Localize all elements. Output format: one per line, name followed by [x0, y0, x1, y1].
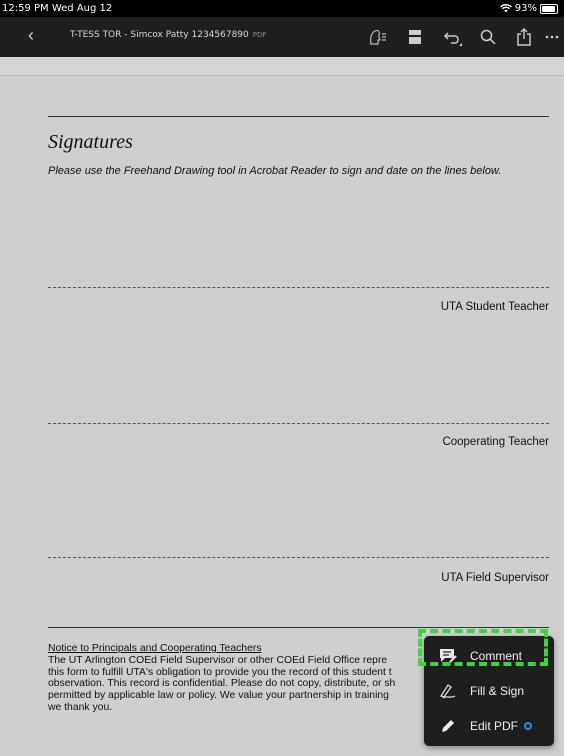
signatures-heading: Signatures — [48, 131, 133, 153]
signature-line-field-supervisor[interactable] — [48, 557, 549, 558]
menu-item-label: Edit PDF — [470, 719, 519, 733]
fill-sign-icon — [436, 683, 460, 699]
notice-line: permitted by applicable law or policy. W… — [48, 690, 389, 702]
notice-block: Notice to Principals and Cooperating Tea… — [48, 643, 428, 714]
comment-highlight-box — [418, 629, 548, 666]
status-bar: 12:59 PM Wed Aug 12 93% — [0, 0, 564, 17]
document-title: T-TESS TOR - Simcox Patty 1234567890 PDF — [70, 30, 267, 40]
read-aloud-icon[interactable] — [367, 26, 389, 48]
signature-label-cooperating-teacher: Cooperating Teacher — [442, 436, 549, 448]
back-button[interactable]: ‹ — [28, 25, 34, 46]
undo-icon[interactable] — [442, 26, 464, 48]
view-mode-icon[interactable] — [404, 26, 426, 48]
edit-pencil-icon — [436, 718, 460, 734]
signature-line-cooperating-teacher[interactable] — [48, 423, 549, 424]
notice-heading: Notice to Principals and Cooperating Tea… — [48, 643, 262, 654]
notice-line: we thank you. — [48, 701, 113, 713]
signature-line-student-teacher[interactable] — [48, 287, 549, 288]
wifi-icon — [499, 4, 512, 13]
signature-label-field-supervisor: UTA Field Supervisor — [441, 572, 549, 584]
document-toolbar: ‹ T-TESS TOR - Simcox Patty 1234567890 PD… — [0, 17, 564, 57]
battery-icon — [540, 3, 558, 14]
status-right: 93% — [499, 0, 558, 17]
battery-percent: 93% — [514, 3, 537, 14]
premium-badge-icon — [524, 722, 533, 730]
menu-item-label: Fill & Sign — [470, 684, 525, 698]
notice-divider — [48, 627, 549, 628]
status-time: 12:59 PM Wed Aug 12 — [2, 3, 113, 14]
more-options-icon[interactable] — [544, 26, 560, 48]
search-icon[interactable] — [477, 26, 499, 48]
page-top-band — [0, 57, 564, 76]
share-icon[interactable] — [513, 26, 535, 48]
notice-line: observation. This record is confidential… — [48, 678, 396, 690]
section-divider — [48, 116, 549, 117]
signature-label-student-teacher: UTA Student Teacher — [440, 301, 549, 313]
notice-line: this form to fulfill UTA's obligation to… — [48, 666, 392, 678]
signature-instructions: Please use the Freehand Drawing tool in … — [48, 165, 502, 177]
notice-line: The UT Arlington COEd Field Supervisor o… — [48, 654, 388, 666]
menu-item-fill-sign[interactable]: Fill & Sign — [424, 673, 554, 709]
menu-item-edit-pdf[interactable]: Edit PDF — [424, 708, 554, 744]
